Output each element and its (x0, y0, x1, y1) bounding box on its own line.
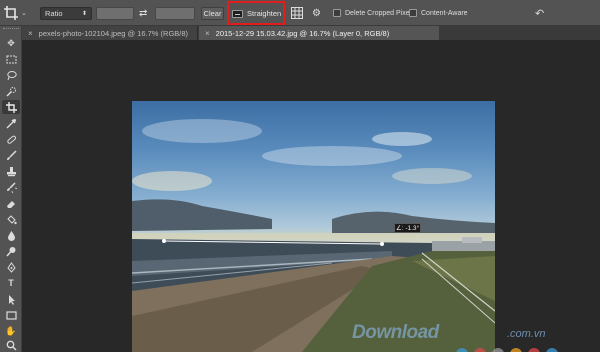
lasso-icon[interactable] (2, 68, 20, 82)
hand-icon[interactable]: ✋ (2, 324, 20, 338)
gear-icon[interactable]: ⚙ (312, 0, 321, 26)
blur-icon[interactable] (2, 228, 20, 242)
watermark-dot (528, 348, 540, 352)
swap-arrows-icon[interactable]: ⇄ (139, 0, 147, 26)
tools-panel: ✥ T ✋ (0, 26, 22, 352)
watermark-dot (474, 348, 486, 352)
move-icon[interactable]: ✥ (2, 36, 20, 50)
crop-icon[interactable] (2, 100, 20, 114)
content-aware-label: Content-Aware (421, 9, 468, 17)
height-field[interactable] (155, 7, 195, 20)
watermark-dots (456, 348, 558, 352)
marquee-icon[interactable] (2, 52, 20, 66)
path-select-icon[interactable] (2, 292, 20, 306)
close-icon[interactable]: × (28, 29, 33, 38)
pen-icon[interactable] (2, 260, 20, 274)
checkbox-box (409, 9, 417, 17)
watermark-logo: Download (352, 322, 439, 343)
delete-cropped-label: Delete Cropped Pixels (345, 9, 415, 17)
document-tabs: × pexels-photo-102104.jpeg @ 16.7% (RGB/… (22, 26, 600, 40)
eyedropper-icon[interactable] (2, 116, 20, 130)
straighten-button[interactable]: Straighten (232, 6, 281, 21)
panel-grip[interactable] (3, 28, 19, 34)
history-brush-icon[interactable] (2, 180, 20, 194)
watermark-dot (456, 348, 468, 352)
healing-brush-icon[interactable] (2, 132, 20, 146)
tab-document-2-active[interactable]: × 2015-12-29 15.03.42.jpg @ 16.7% (Layer… (199, 26, 439, 40)
tab-label: 2015-12-29 15.03.42.jpg @ 16.7% (Layer 0… (215, 28, 390, 38)
ratio-select[interactable]: Ratio ⬍ (40, 7, 92, 20)
reset-icon[interactable]: ↶ (535, 0, 544, 26)
angle-readout: ∠: -1.3° (394, 223, 421, 233)
canvas-area[interactable]: ∠: -1.3° Download .com.vn (22, 40, 600, 352)
options-bar: ⌄ Ratio ⬍ ⇄ Clear Straighten ⚙ Delete Cr… (0, 0, 600, 26)
rectangle-icon[interactable] (2, 308, 20, 322)
straighten-label: Straighten (247, 9, 282, 18)
delete-cropped-pixels-checkbox[interactable]: Delete Cropped Pixels (333, 0, 415, 26)
close-icon[interactable]: × (205, 29, 210, 38)
eraser-icon[interactable] (2, 196, 20, 210)
content-aware-checkbox[interactable]: Content-Aware (409, 0, 468, 26)
zoom-icon[interactable] (2, 338, 20, 352)
watermark-dot (546, 348, 558, 352)
photo-scene (132, 119, 495, 352)
chevron-down-icon: ⌄ (21, 10, 27, 17)
level-icon (232, 9, 243, 18)
grid-overlay-icon[interactable] (291, 0, 303, 26)
type-icon[interactable]: T (2, 276, 20, 290)
tool-preset-picker[interactable]: ⌄ (4, 0, 34, 26)
tab-document-1[interactable]: × pexels-photo-102104.jpeg @ 16.7% (RGB/… (22, 26, 198, 40)
photo-beach-sky[interactable]: ∠: -1.3° (132, 101, 495, 352)
width-field[interactable] (96, 7, 134, 20)
dodge-icon[interactable] (2, 244, 20, 258)
checkbox-box (333, 9, 341, 17)
clear-button[interactable]: Clear (201, 7, 224, 20)
paint-bucket-icon[interactable] (2, 212, 20, 226)
brush-icon[interactable] (2, 148, 20, 162)
crop-icon (4, 6, 18, 20)
ratio-select-value: Ratio (45, 9, 63, 18)
watermark-dot (510, 348, 522, 352)
clone-stamp-icon[interactable] (2, 164, 20, 178)
watermark-suffix: .com.vn (507, 328, 546, 340)
tab-label: pexels-photo-102104.jpeg @ 16.7% (RGB/8) (38, 28, 189, 38)
select-arrows-icon: ⬍ (81, 11, 87, 17)
quick-select-icon[interactable] (2, 84, 20, 98)
watermark-dot (492, 348, 504, 352)
